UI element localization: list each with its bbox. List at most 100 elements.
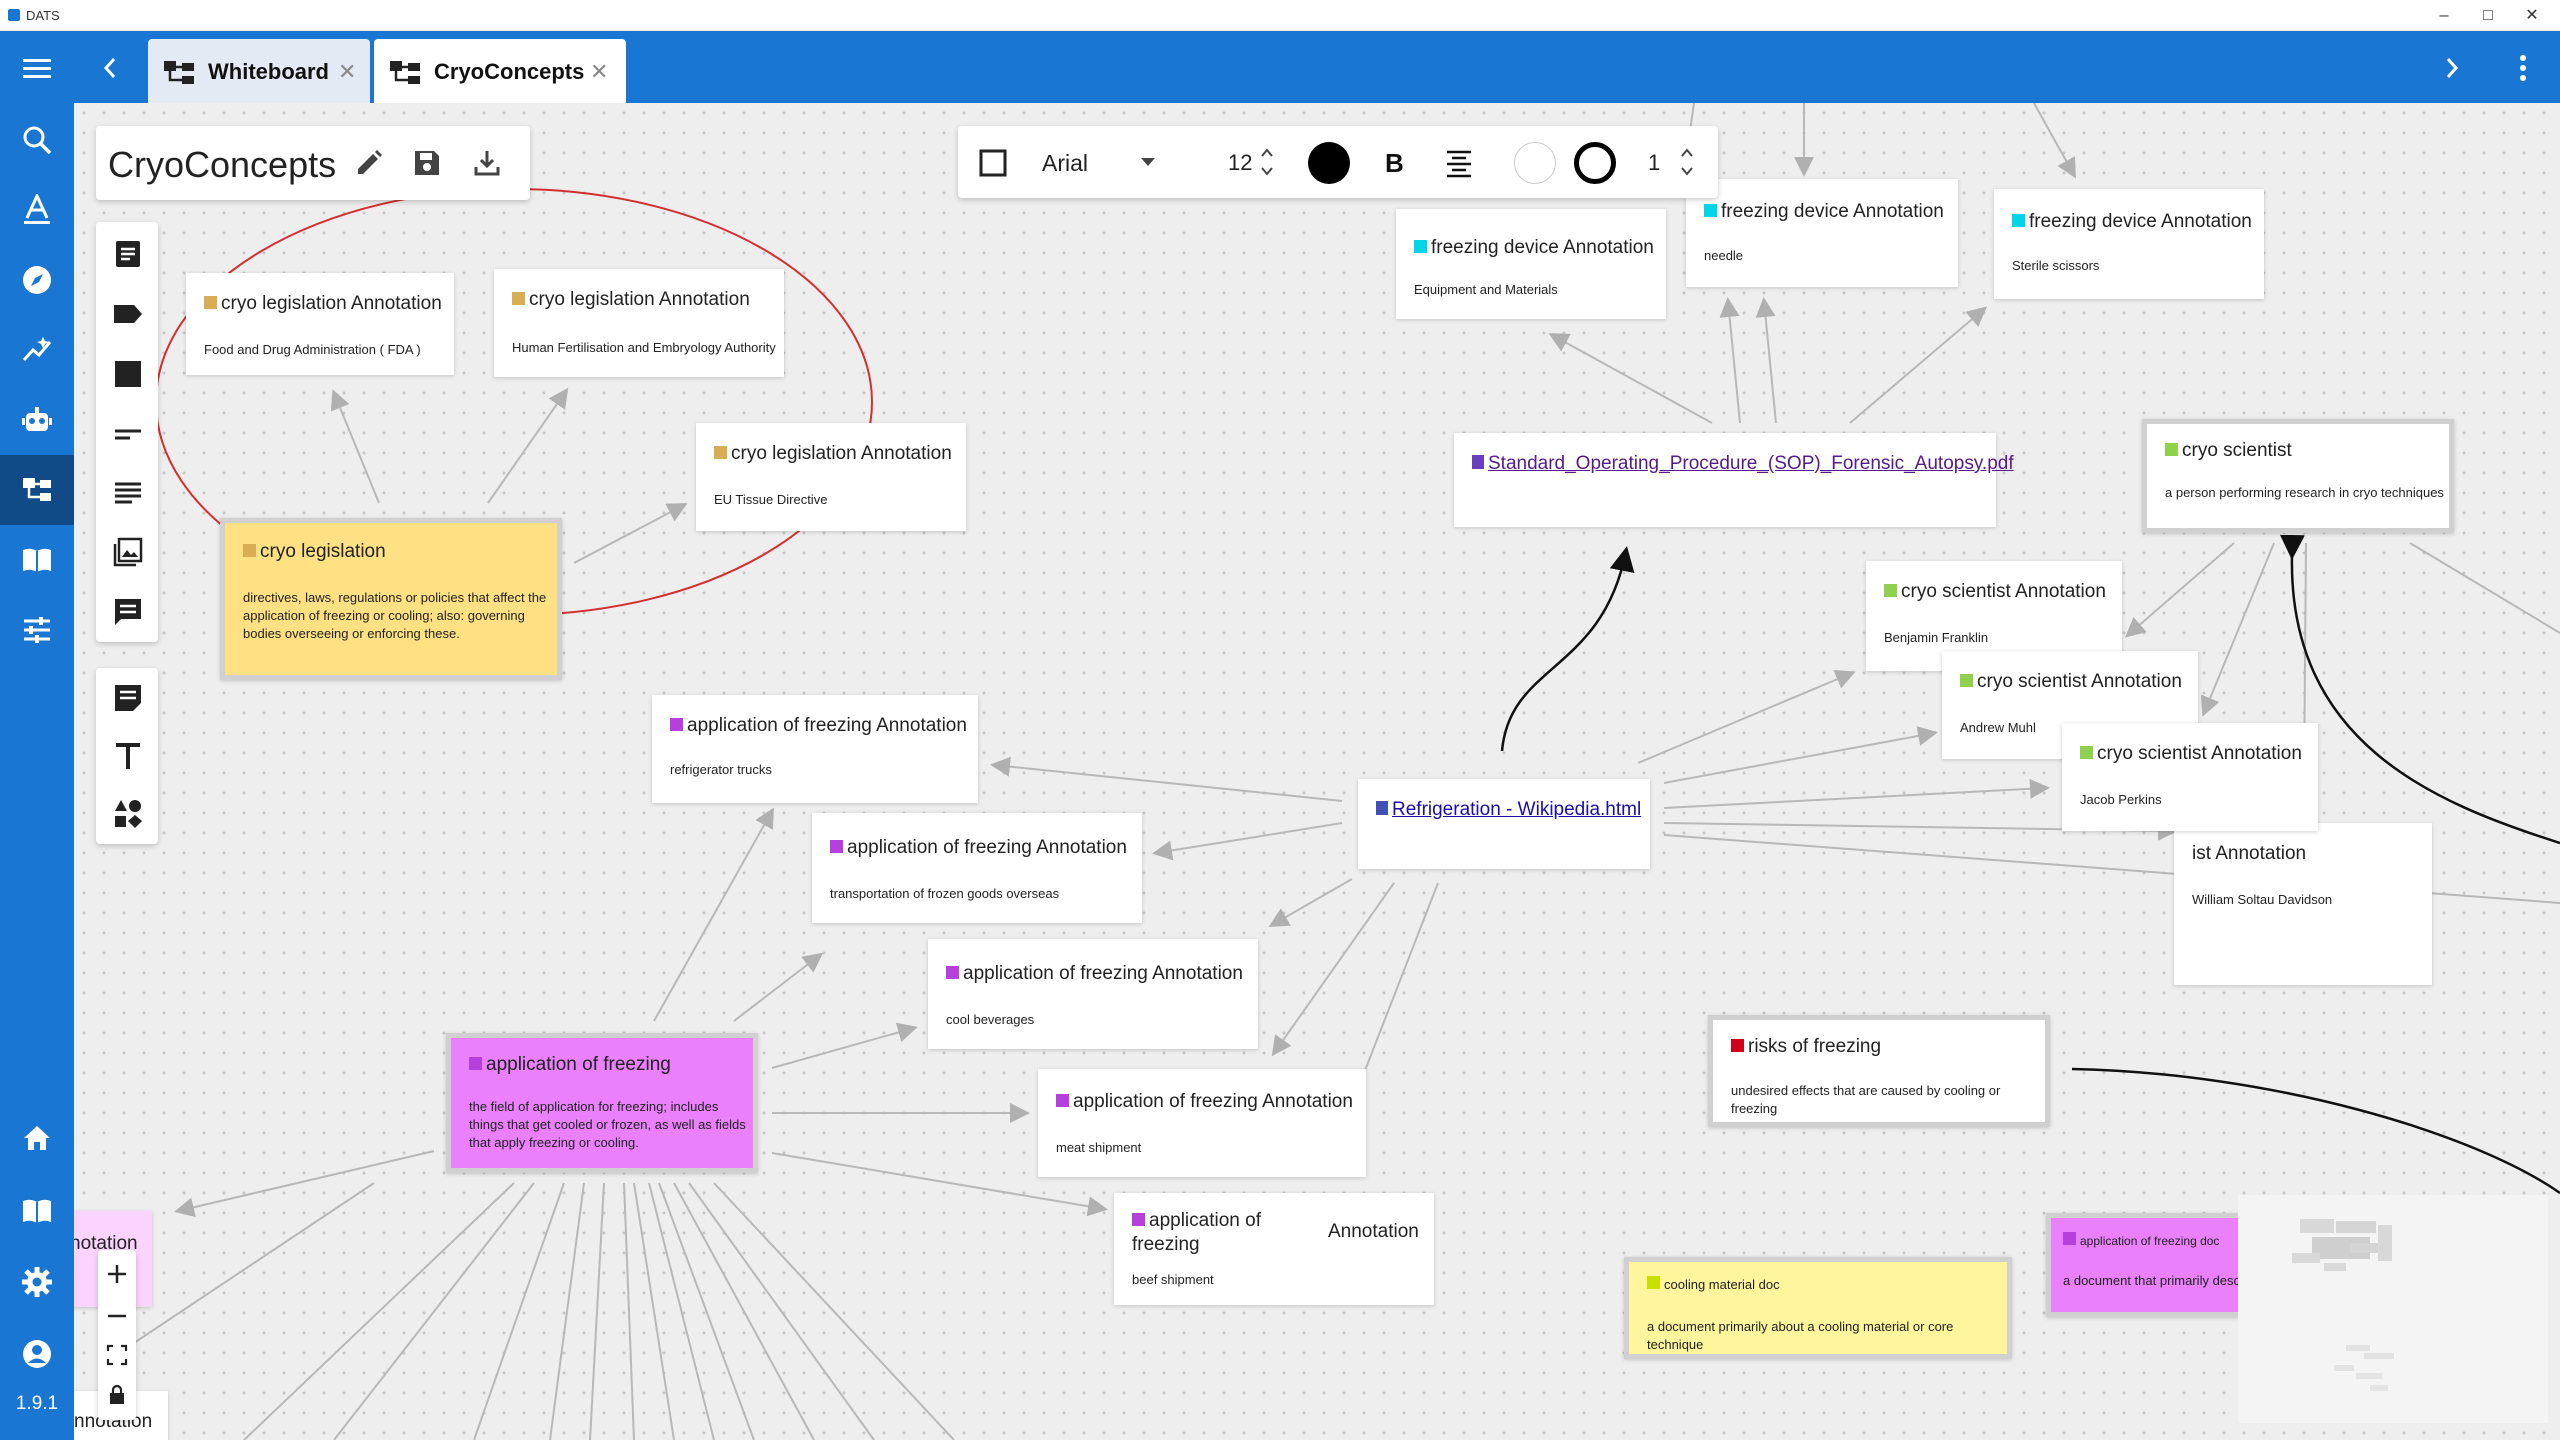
node-description: the field of application for freezing; i… — [469, 1099, 746, 1150]
sidebar-item-whiteboard[interactable] — [0, 455, 74, 525]
node-application-annotation[interactable]: application of freezing Annotation trans… — [812, 813, 1142, 923]
document-link[interactable]: Refrigeration - Wikipedia.html — [1392, 799, 1641, 820]
application-color-square — [469, 1057, 482, 1070]
minimize-icon[interactable]: – — [2432, 5, 2456, 27]
image-tool-icon[interactable] — [112, 536, 144, 568]
font-select[interactable]: Arial — [1028, 140, 1188, 184]
legislation-color-square — [204, 296, 217, 309]
text-color-swatch[interactable] — [1308, 142, 1350, 184]
node-scientist-annotation[interactable]: cryo scientist Annotation Jacob Perkins — [2062, 723, 2318, 831]
node-scientist-annotation[interactable]: ist Annotation William Soltau Davidson — [2174, 823, 2432, 985]
sidebar-item-settings[interactable] — [0, 1247, 74, 1317]
fit-view-icon[interactable] — [106, 1344, 128, 1366]
tab-whiteboard-label: Whiteboard — [208, 59, 329, 84]
close-icon[interactable]: ✕ — [590, 59, 608, 85]
node-scientist-code[interactable]: cryo scientist a person performing resea… — [2142, 419, 2454, 533]
close-window-icon[interactable]: ✕ — [2520, 5, 2544, 27]
toolbox-panel — [96, 222, 158, 642]
node-description: EU Tissue Directive — [714, 492, 828, 507]
stroke-color-swatch[interactable] — [1574, 142, 1616, 184]
stepper-arrows-icon[interactable] — [1678, 144, 1696, 180]
node-document-sop[interactable]: Standard_Operating_Procedure_(SOP)_Foren… — [1454, 433, 2014, 527]
tag-tool-icon[interactable] — [112, 298, 144, 330]
bold-icon[interactable]: B — [1380, 148, 1410, 178]
chevron-left-icon[interactable] — [98, 53, 124, 83]
node-application-annotation[interactable]: application of freezing Annotation refri… — [652, 695, 978, 803]
home-icon — [24, 1126, 50, 1150]
sidebar-item-docs[interactable] — [0, 1175, 74, 1245]
whiteboard-title-panel: CryoConcepts — [96, 126, 530, 200]
sidebar-item-explore[interactable] — [0, 245, 74, 315]
document-tool-icon[interactable] — [112, 238, 144, 270]
node-description: Human Fertilisation and Embryology Autho… — [512, 340, 776, 355]
chevron-right-icon[interactable] — [2438, 53, 2464, 83]
legislation-color-square — [243, 544, 256, 557]
node-cooling-material-doc[interactable]: cooling material doc a document primaril… — [1624, 1257, 2012, 1359]
connector-curve[interactable] — [2071, 1067, 2560, 1195]
node-application-annotation[interactable]: application of freezing Annotation beef … — [1114, 1193, 1434, 1305]
node-freezing-device-annotation[interactable]: freezing device Annotation Sterile sciss… — [1994, 189, 2264, 299]
tab-cryoconcepts[interactable]: CryoConcepts ✕ — [374, 39, 626, 103]
minimap-drawing — [2292, 1219, 2394, 1391]
align-center-icon[interactable] — [1444, 148, 1474, 178]
node-application-annotation[interactable]: application of freezing Annotation cool … — [928, 939, 1258, 1049]
tab-whiteboard[interactable]: Whiteboard ✕ — [148, 39, 370, 103]
memo-tool-icon[interactable] — [112, 596, 144, 628]
download-icon[interactable] — [472, 148, 502, 178]
close-icon[interactable]: ✕ — [338, 59, 356, 85]
node-legislation-annotation[interactable]: cryo legislation Annotation Human Fertil… — [494, 269, 784, 377]
whiteboard-icon — [164, 61, 194, 84]
node-risks-code[interactable]: risks of freezing undesired effects that… — [1708, 1015, 2050, 1127]
menu-icon[interactable] — [20, 53, 54, 83]
risks-color-square — [1731, 1039, 1744, 1052]
node-description: transportation of frozen goods overseas — [830, 886, 1060, 901]
node-legislation-annotation[interactable]: cryo legislation Annotation EU Tissue Di… — [696, 423, 966, 531]
lock-icon[interactable] — [108, 1384, 126, 1406]
fill-color-swatch[interactable] — [1514, 142, 1556, 184]
more-vert-icon[interactable] — [2508, 51, 2538, 85]
connector-curve[interactable] — [2279, 534, 2560, 845]
sidebar-item-robot[interactable] — [0, 385, 74, 455]
save-icon[interactable] — [412, 148, 442, 178]
sidebar-item-analysis[interactable] — [0, 315, 74, 385]
node-description: refrigerator trucks — [670, 762, 772, 777]
node-legislation-code[interactable]: cryo legislation directives, laws, regul… — [220, 518, 562, 680]
minimap[interactable] — [2238, 1195, 2548, 1423]
document-link[interactable]: Standard_Operating_Procedure_(SOP)_Foren… — [1488, 453, 2014, 474]
sidebar-item-account[interactable] — [0, 1319, 74, 1389]
node-freezing-device-annotation[interactable]: freezing device Annotation needle — [1686, 179, 1958, 287]
code-tool-icon[interactable] — [112, 358, 144, 390]
sidebar-item-home[interactable] — [0, 1103, 74, 1173]
node-legislation-annotation[interactable]: cryo legislation Annotation Food and Dru… — [186, 273, 454, 375]
node-description: meat shipment — [1056, 1140, 1142, 1155]
maximize-icon[interactable]: □ — [2476, 5, 2500, 27]
freezing-device-color-square — [1704, 204, 1717, 217]
edit-icon[interactable] — [354, 148, 384, 178]
sentence-annotation-tool-icon[interactable] — [112, 478, 144, 510]
scientist-color-square — [2080, 746, 2093, 759]
text-tool-icon[interactable] — [112, 740, 144, 772]
stroke-width-value: 1 — [1648, 150, 1661, 175]
node-freezing-device-annotation[interactable]: freezing device Annotation Equipment and… — [1396, 209, 1666, 319]
node-title: freezing device Annotation — [2029, 211, 2252, 232]
zoom-in-icon[interactable] — [105, 1262, 129, 1286]
node-document-wikipedia[interactable]: Refrigeration - Wikipedia.html — [1358, 779, 1650, 869]
span-annotation-tool-icon[interactable] — [112, 418, 144, 450]
node-title: application of freezing Annotation — [847, 837, 1127, 858]
whiteboard-canvas[interactable]: cryo legislation Annotation Food and Dru… — [74, 103, 2560, 1440]
node-application-code[interactable]: application of freezing the field of app… — [446, 1033, 758, 1173]
node-application-annotation[interactable]: application of freezing Annotation meat … — [1038, 1069, 1366, 1177]
stepper-arrows-icon[interactable] — [1258, 144, 1276, 180]
zoom-out-icon[interactable] — [105, 1304, 129, 1328]
search-icon — [23, 126, 52, 155]
sidebar-item-settings-sliders[interactable] — [0, 595, 74, 665]
application-color-square — [1132, 1213, 1145, 1226]
sidebar-item-search[interactable] — [0, 105, 74, 175]
sidebar-item-annotation[interactable] — [0, 175, 74, 245]
border-square-icon[interactable] — [978, 148, 1008, 178]
connector-curve[interactable] — [1500, 546, 1635, 752]
sticky-note-tool-icon[interactable] — [112, 682, 144, 714]
sidebar-item-logbook[interactable] — [0, 525, 74, 595]
node-title: cryo scientist Annotation — [1901, 581, 2106, 602]
shapes-tool-icon[interactable] — [112, 798, 144, 830]
